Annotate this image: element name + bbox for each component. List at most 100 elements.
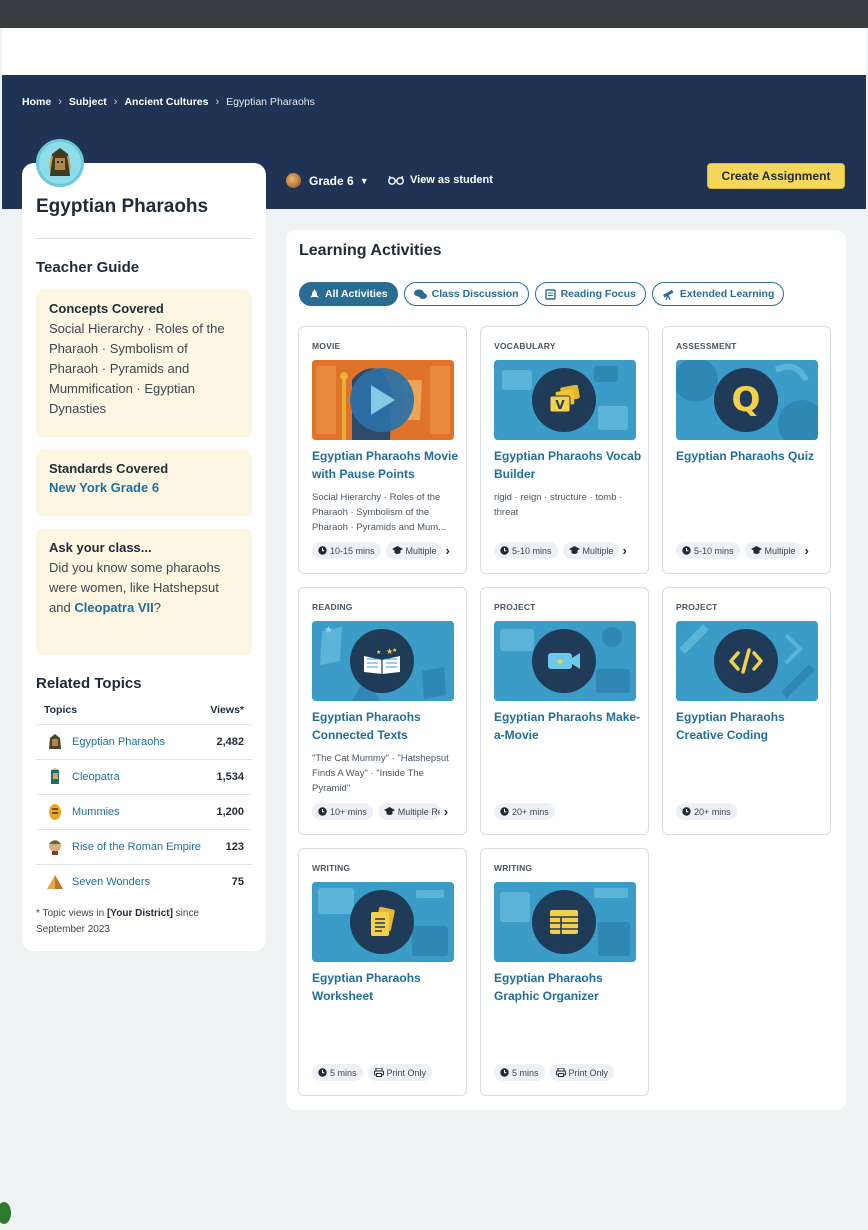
clock-icon <box>500 546 509 555</box>
chevron-right-icon[interactable]: › <box>444 804 448 819</box>
activity-title[interactable]: Egyptian Pharaohs Quiz <box>676 447 824 465</box>
table-row[interactable]: Egyptian Pharaohs 2,482 <box>36 724 252 759</box>
activity-title[interactable]: Egyptian Pharaohs Movie with Pause Point… <box>312 447 460 483</box>
grade-selector[interactable]: Grade 6 ▼ <box>286 173 369 188</box>
rocket-icon <box>310 288 319 298</box>
clock-icon <box>318 1068 327 1077</box>
cleopatra-link[interactable]: Cleopatra VII <box>74 600 153 615</box>
activity-type: VOCABULARY <box>494 341 556 351</box>
activity-title[interactable]: Egyptian Pharaohs Creative Coding <box>676 708 824 744</box>
svg-text:Q: Q <box>732 381 761 419</box>
status-dot <box>0 1202 11 1224</box>
related-topic-name: Mummies <box>72 806 120 818</box>
svg-text:★: ★ <box>392 647 397 654</box>
duration-chip: 5-10 mins <box>676 542 740 559</box>
learning-activities-heading: Learning Activities <box>299 242 442 259</box>
chevron-right-icon[interactable]: › <box>623 543 627 558</box>
duration: 20+ mins <box>512 806 549 817</box>
activity-card-make-a-movie[interactable]: PROJECT ★ Egyptian Pharaohs Make-a-Movie… <box>480 587 649 835</box>
create-assignment-button[interactable]: Create Assignment <box>707 163 845 189</box>
table-row[interactable]: Mummies 1,200 <box>36 794 252 829</box>
footnote-pre: * Topic views in <box>36 908 107 919</box>
chat-bubbles-icon <box>413 288 427 299</box>
activity-meta: 20+ mins <box>494 803 644 820</box>
activity-title[interactable]: Egyptian Pharaohs Make-a-Movie <box>494 708 642 744</box>
filter-class-discussion[interactable]: Class Discussion <box>403 282 529 306</box>
duration-chip: 20+ mins <box>494 803 555 820</box>
activity-thumbnail <box>494 882 636 962</box>
grade-avatar-icon <box>286 173 301 188</box>
related-table-header: Topics Views* <box>36 704 252 716</box>
standards-heading: Standards Covered <box>49 461 169 476</box>
activity-card-creative-coding[interactable]: PROJECT Egyptian Pharaohs Creative Codin… <box>662 587 831 835</box>
pyramid-icon <box>46 873 64 891</box>
video-camera-icon: ★ <box>532 629 596 693</box>
ask-question-end: ? <box>153 600 162 615</box>
table-row[interactable]: Seven Wonders 75 <box>36 864 252 899</box>
grouping: Multiple <box>764 545 796 556</box>
chevron-right-icon[interactable]: › <box>805 543 809 558</box>
clock-icon <box>318 546 327 555</box>
breadcrumb-home[interactable]: Home <box>22 96 51 108</box>
activity-type: PROJECT <box>494 602 536 612</box>
filter-reading-focus[interactable]: Reading Focus <box>534 282 646 306</box>
activity-card-graphic-organizer[interactable]: WRITING Egyptian Pharaohs Graphic Organi… <box>480 848 649 1096</box>
activity-title[interactable]: Egyptian Pharaohs Worksheet <box>312 969 460 1005</box>
activity-description: rigid · reign · structure · tomb · threa… <box>494 492 623 518</box>
activity-title[interactable]: Egyptian Pharaohs Vocab Builder <box>494 447 642 483</box>
filter-label: All Activities <box>325 288 388 300</box>
activity-card-movie[interactable]: MOVIE Egyptian Pharaohs Movie with Pause… <box>298 326 467 574</box>
activity-title[interactable]: Egyptian Pharaohs Connected Texts <box>312 708 460 744</box>
activity-card-vocabulary[interactable]: VOCABULARY V Egyptian Pharaohs Vocab Bui… <box>480 326 649 574</box>
duration: 5 mins <box>330 1067 357 1078</box>
grade-label: Grade 6 <box>309 173 354 188</box>
teacher-guide-heading: Teacher Guide <box>36 259 140 276</box>
activity-thumbnail: V <box>494 360 636 440</box>
filter-extended-learning[interactable]: Extended Learning <box>651 282 785 306</box>
activity-type: WRITING <box>312 863 351 873</box>
duration-chip: 10+ mins <box>312 803 373 820</box>
standards-link[interactable]: New York Grade 6 <box>49 480 159 495</box>
code-icon <box>714 629 778 693</box>
activity-thumbnail: Q <box>676 360 818 440</box>
activity-thumbnail <box>312 882 454 962</box>
related-topic-views: 2,482 <box>216 736 244 748</box>
table-row[interactable]: Rise of the Roman Empire 123 <box>36 829 252 864</box>
activity-card-worksheet[interactable]: WRITING Egyptian Pharaohs Worksheet 5 mi… <box>298 848 467 1096</box>
activity-meta: 5-10 mins Multiple › <box>494 542 644 559</box>
breadcrumb-ancient-cultures[interactable]: Ancient Cultures <box>124 96 208 108</box>
views-footnote: * Topic views in [Your District] since S… <box>36 906 236 938</box>
divider <box>36 238 252 239</box>
filter-label: Extended Learning <box>679 288 775 300</box>
grouping: Multiple <box>405 545 437 556</box>
activity-title[interactable]: Egyptian Pharaohs Graphic Organizer <box>494 969 642 1005</box>
concepts-text: Social Hierarchy · Roles of the Pharaoh … <box>49 321 225 416</box>
activity-type: ASSESSMENT <box>676 341 737 351</box>
col-views: Views* <box>210 704 244 716</box>
chevron-right-icon[interactable]: › <box>446 543 450 558</box>
related-topic-name: Egyptian Pharaohs <box>72 736 165 748</box>
breadcrumb-subject[interactable]: Subject <box>69 96 107 108</box>
activity-type: MOVIE <box>312 341 341 351</box>
clock-icon <box>500 1068 509 1077</box>
filter-label: Reading Focus <box>560 288 636 300</box>
clock-icon <box>500 807 509 816</box>
footnote-district: [Your District] <box>106 908 173 919</box>
duration-chip: 20+ mins <box>676 803 737 820</box>
book-icon <box>544 288 556 300</box>
view-as-student-link[interactable]: View as student <box>388 174 493 186</box>
table-row[interactable]: Cleopatra 1,534 <box>36 759 252 794</box>
related-topic-name: Seven Wonders <box>72 876 151 888</box>
site-header-bar <box>2 28 866 75</box>
ask-text: Did you know some pharaohs were women, l… <box>49 558 239 618</box>
filter-all-activities[interactable]: All Activities <box>299 282 398 306</box>
related-topic-views: 75 <box>231 876 244 888</box>
breadcrumb-current: Egyptian Pharaohs <box>226 96 315 108</box>
svg-text:★: ★ <box>556 657 565 668</box>
col-topics: Topics <box>44 704 78 716</box>
activity-card-reading[interactable]: READING ★ ★ ★ ★ Egyptian Pharaohs Connecte… <box>298 587 467 835</box>
breadcrumb: Home › Subject › Ancient Cultures › Egyp… <box>22 96 315 108</box>
pharaoh-avatar <box>36 139 84 187</box>
activity-card-assessment[interactable]: ASSESSMENT Q Egyptian Pharaohs Quiz 5-10… <box>662 326 831 574</box>
grouping-chip: Multiple <box>385 542 442 559</box>
